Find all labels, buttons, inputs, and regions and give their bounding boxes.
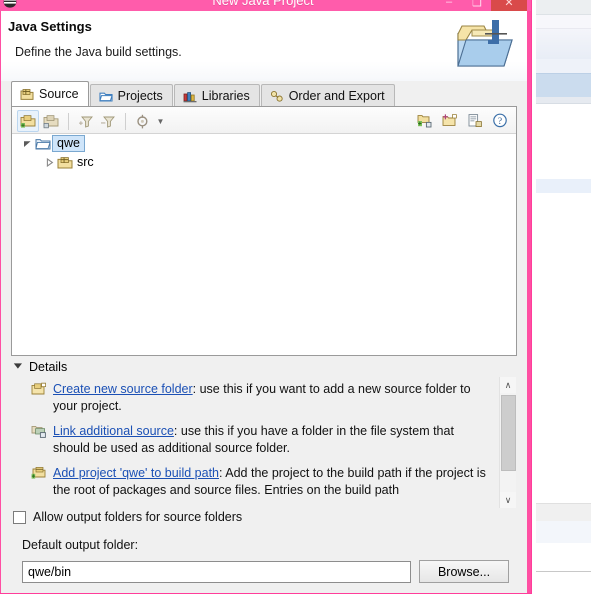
tab-list: Source Projects Libraries Order and Expo… xyxy=(11,81,396,107)
bg-highlight-strip xyxy=(536,179,591,193)
projects-folder-icon xyxy=(98,90,113,103)
remove-filter-icon xyxy=(98,111,118,131)
page-title: Java Settings xyxy=(8,19,92,34)
bg-status-strip: Tota xyxy=(536,571,591,594)
tab-strip: Source Projects Libraries Order and Expo… xyxy=(1,81,527,107)
bg-lower-strip xyxy=(536,521,591,544)
details-item-text: Create new source folder: use this if yo… xyxy=(53,381,491,415)
bg-selected-row-strip xyxy=(536,73,591,99)
bg-tab-strip xyxy=(536,15,591,29)
tree-toolbar-left: ▼ xyxy=(17,110,166,132)
tree-toolbar: ▼ ? xyxy=(12,107,516,134)
create-new-source-folder-link[interactable]: Create new source folder xyxy=(53,382,193,396)
details-item-link-additional-source[interactable]: Link additional source: use this if you … xyxy=(11,419,497,461)
bg-row-strip xyxy=(536,59,591,73)
source-tab-panel: ▼ ? qwe src xyxy=(11,106,517,356)
java-project-folder-icon xyxy=(452,16,514,72)
source-package-folder-icon xyxy=(56,156,74,170)
link-additional-source-icon xyxy=(31,423,47,457)
bg-blank-strip xyxy=(536,543,591,571)
close-button[interactable]: ✕ xyxy=(491,0,527,11)
tab-order-and-export-label: Order and Export xyxy=(288,89,385,103)
details-section-header[interactable]: Details xyxy=(13,360,67,374)
details-item-text: Link additional source: use this if you … xyxy=(53,423,491,457)
configure-icon xyxy=(133,111,153,131)
toolbar-separator-2 xyxy=(125,112,126,130)
dialog-title-bar[interactable]: New Java Project – ❑ ✕ xyxy=(0,0,531,11)
details-expanded-triangle-icon[interactable] xyxy=(13,362,23,372)
add-folder-icon[interactable] xyxy=(17,110,39,132)
tree-toolbar-right: ? xyxy=(415,110,510,130)
scroll-down-arrow-icon[interactable]: ∨ xyxy=(500,492,516,508)
help-icon[interactable]: ? xyxy=(490,110,510,130)
screen: Tota New Java Project – ❑ ✕ Java Set xyxy=(0,0,591,594)
add-inclusion-filter-icon xyxy=(76,111,96,131)
default-output-folder-row: Browse... xyxy=(22,560,509,583)
libraries-books-icon xyxy=(183,90,197,103)
expand-triangle-icon[interactable] xyxy=(42,158,56,167)
bg-divider-strip xyxy=(536,97,591,104)
bg-toolbar-strip xyxy=(536,0,591,15)
tree-row-src[interactable]: src xyxy=(12,153,516,172)
window-buttons: – ❑ ✕ xyxy=(435,0,527,11)
browse-button[interactable]: Browse... xyxy=(419,560,509,583)
dialog-header: Java Settings Define the Java build sett… xyxy=(1,11,527,82)
details-item-create-source-folder[interactable]: Create new source folder: use this if yo… xyxy=(11,377,497,419)
minimize-button[interactable]: – xyxy=(435,0,463,11)
scroll-up-arrow-icon[interactable]: ∧ xyxy=(500,377,516,393)
tab-libraries[interactable]: Libraries xyxy=(173,84,260,107)
tab-source-label: Source xyxy=(39,87,79,101)
details-item-text: Add project 'qwe' to build path: Add the… xyxy=(53,465,491,499)
tab-libraries-label: Libraries xyxy=(201,89,250,103)
create-folder-icon[interactable] xyxy=(440,110,460,130)
add-project-build-path-link[interactable]: Add project 'qwe' to build path xyxy=(53,466,219,480)
link-source-folder-icon[interactable] xyxy=(415,110,435,130)
order-export-icon xyxy=(270,90,284,103)
project-folder-icon xyxy=(34,137,52,151)
details-panel: Create new source folder: use this if yo… xyxy=(11,377,517,508)
details-list: Create new source folder: use this if yo… xyxy=(11,377,497,508)
bg-section-strip xyxy=(536,503,591,522)
bg-panel-strip xyxy=(536,29,591,59)
allow-output-folders-row[interactable]: Allow output folders for source folders xyxy=(13,510,242,524)
toolbar-separator xyxy=(68,112,69,130)
edit-properties-icon[interactable] xyxy=(465,110,485,130)
tab-source[interactable]: Source xyxy=(11,81,89,107)
create-source-folder-icon xyxy=(31,381,47,415)
details-scrollbar[interactable]: ∧ ∨ xyxy=(499,377,516,508)
add-project-build-path-icon xyxy=(31,465,47,499)
collapse-triangle-icon[interactable] xyxy=(20,139,34,148)
bg-body-strip xyxy=(536,193,591,503)
page-subtitle: Define the Java build settings. xyxy=(15,45,182,59)
dialog-client-area: Java Settings Define the Java build sett… xyxy=(1,11,527,593)
tab-order-and-export[interactable]: Order and Export xyxy=(260,84,395,107)
chevron-down-icon[interactable]: ▼ xyxy=(155,111,166,131)
scrollbar-thumb[interactable] xyxy=(501,395,516,471)
tree-row-qwe[interactable]: qwe xyxy=(12,134,516,153)
maximize-button[interactable]: ❑ xyxy=(463,0,491,11)
tab-projects-label: Projects xyxy=(117,89,163,103)
background-workbench-window: Tota xyxy=(536,0,591,594)
default-output-folder-label: Default output folder: xyxy=(22,538,139,552)
tab-projects[interactable]: Projects xyxy=(89,84,173,107)
source-folder-icon xyxy=(20,88,34,101)
link-source-icon[interactable] xyxy=(41,111,61,131)
details-item-add-project-build-path[interactable]: Add project 'qwe' to build path: Add the… xyxy=(11,461,497,503)
source-folders-tree[interactable]: qwe src xyxy=(12,134,516,355)
allow-output-folders-label: Allow output folders for source folders xyxy=(33,510,243,524)
link-additional-source-link[interactable]: Link additional source xyxy=(53,424,174,438)
tree-label-qwe: qwe xyxy=(52,135,85,152)
svg-text:?: ? xyxy=(498,117,502,127)
allow-output-folders-checkbox[interactable] xyxy=(13,510,26,524)
details-label: Details xyxy=(29,360,68,374)
new-java-project-dialog: New Java Project – ❑ ✕ Java Settings Def… xyxy=(0,0,532,594)
tree-label-src: src xyxy=(77,155,94,169)
default-output-folder-input[interactable] xyxy=(22,560,411,583)
bg-editor-strip xyxy=(536,104,591,179)
